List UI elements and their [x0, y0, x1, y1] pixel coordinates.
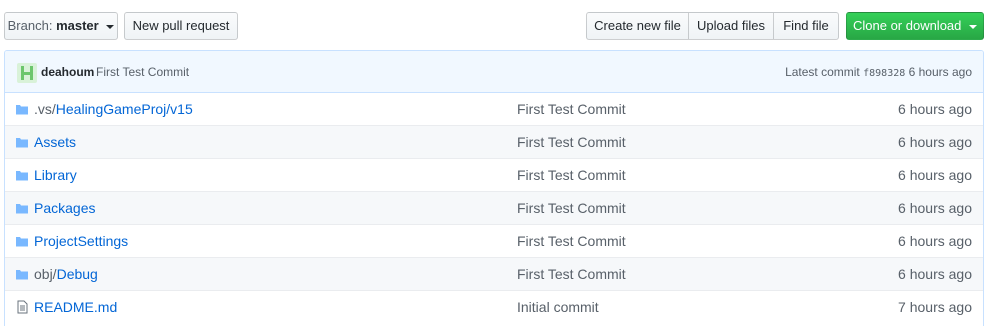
file-age: 7 hours ago	[898, 299, 972, 315]
file-name-link[interactable]: README.md	[34, 299, 117, 315]
file-name-text: README.md	[34, 299, 118, 315]
file-name-link[interactable]: ProjectSettings	[34, 233, 128, 249]
caret-down-icon	[969, 24, 978, 29]
file-name-link[interactable]: .vs/HealingGameProj/v15	[34, 101, 193, 117]
file-age: 6 hours ago	[898, 167, 972, 183]
create-new-file-button[interactable]: Create new file	[586, 12, 689, 40]
clone-or-download-button[interactable]: Clone or download	[846, 12, 984, 40]
latest-commit-bar: deahoum First Test Commit Latest commit …	[5, 51, 983, 93]
folder-icon	[15, 168, 29, 182]
branch-select-button[interactable]: Branch: master	[4, 12, 118, 40]
file-age: 6 hours ago	[898, 266, 972, 282]
caret-down-icon	[106, 24, 115, 29]
latest-commit-info: Latest commit f898328 6 hours ago	[785, 65, 972, 79]
file-name-text: HealingGameProj/v15	[55, 101, 193, 117]
file-name-text: Assets	[34, 134, 77, 150]
commit-sha-link[interactable]: f898328	[863, 68, 905, 79]
commit-author-link[interactable]: deahoum	[41, 65, 94, 79]
file-navigation-table: deahoum First Test Commit Latest commit …	[4, 50, 984, 326]
file-commit-message-link[interactable]: Initial commit	[517, 299, 599, 315]
file-path-prefix: .vs/	[34, 101, 56, 117]
avatar-identicon-icon	[21, 66, 33, 80]
commit-age: 6 hours ago	[908, 65, 972, 79]
clone-label: Clone or download	[852, 18, 962, 33]
branch-name: master	[56, 18, 99, 33]
file-name-text: Debug	[56, 266, 98, 282]
folder-icon	[15, 201, 29, 215]
file-row: obj/Debug First Test Commit 6 hours ago	[5, 257, 983, 290]
find-file-button[interactable]: Find file	[773, 12, 839, 40]
file-name-link[interactable]: obj/Debug	[34, 266, 98, 282]
file-name-text: ProjectSettings	[34, 233, 129, 249]
file-commit-message-link[interactable]: First Test Commit	[517, 101, 626, 117]
folder-icon	[15, 267, 29, 281]
upload-files-button[interactable]: Upload files	[688, 12, 774, 40]
file-age: 6 hours ago	[898, 101, 972, 117]
file-row: .vs/HealingGameProj/v15 First Test Commit…	[5, 93, 983, 125]
file-commit-message-link[interactable]: First Test Commit	[517, 200, 626, 216]
file-commit-message-link[interactable]: First Test Commit	[517, 266, 626, 282]
file-name-link[interactable]: Packages	[34, 200, 95, 216]
branch-prefix: Branch:	[7, 18, 53, 33]
file-row: Assets First Test Commit 6 hours ago	[5, 125, 983, 158]
folder-icon	[15, 234, 29, 248]
file-age: 6 hours ago	[898, 134, 972, 150]
file-list: .vs/HealingGameProj/v15 First Test Commit…	[5, 93, 983, 323]
folder-icon	[15, 102, 29, 116]
file-commit-message-link[interactable]: First Test Commit	[517, 233, 626, 249]
file-row: Packages First Test Commit 6 hours ago	[5, 191, 983, 224]
commit-message-link[interactable]: First Test Commit	[96, 65, 189, 79]
avatar[interactable]	[17, 63, 37, 83]
file-age: 6 hours ago	[898, 200, 972, 216]
file-name-text: Library	[34, 167, 77, 183]
new-pull-request-button[interactable]: New pull request	[124, 12, 238, 40]
file-age: 6 hours ago	[898, 233, 972, 249]
file-name-link[interactable]: Assets	[34, 134, 76, 150]
file-name-text: Packages	[34, 200, 96, 216]
file-commit-message-link[interactable]: First Test Commit	[517, 134, 626, 150]
folder-icon	[15, 135, 29, 149]
file-commit-message-link[interactable]: First Test Commit	[517, 167, 626, 183]
file-row: ProjectSettings First Test Commit 6 hours …	[5, 224, 983, 257]
latest-commit-label: Latest commit	[785, 65, 860, 79]
file-row: Library First Test Commit 6 hours ago	[5, 158, 983, 191]
file-icon	[15, 300, 29, 314]
file-row: README.md Initial commit 7 hours ago	[5, 290, 983, 323]
file-name-link[interactable]: Library	[34, 167, 77, 183]
file-path-prefix: obj/	[34, 266, 57, 282]
